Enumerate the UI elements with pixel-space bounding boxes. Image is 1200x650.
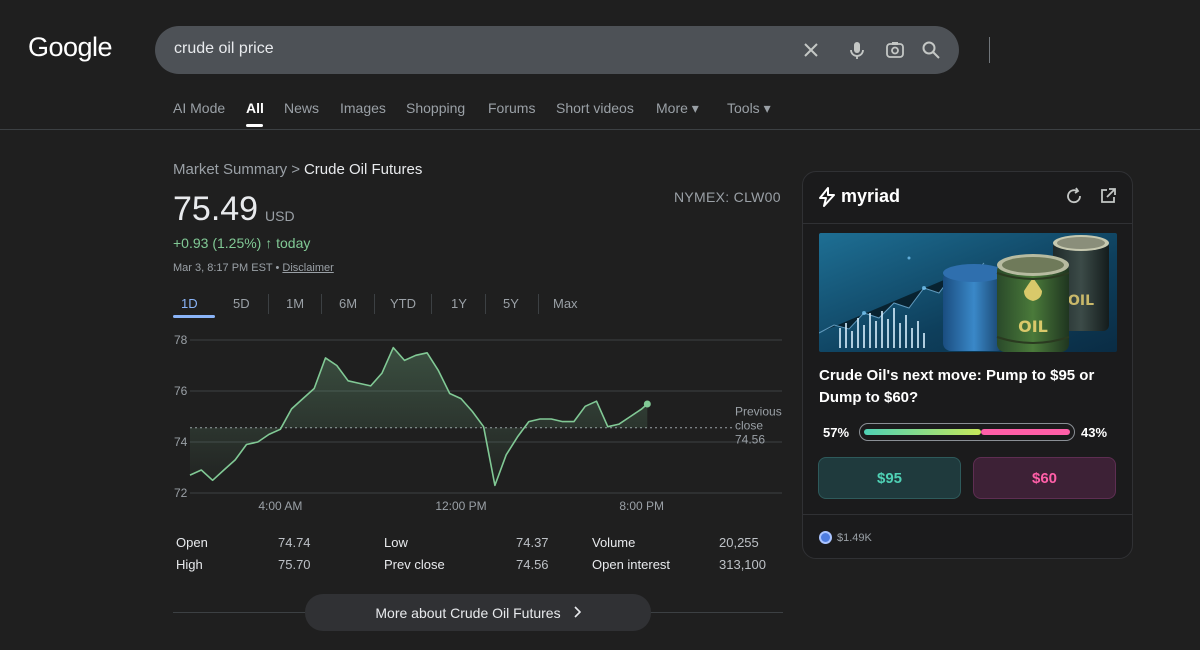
volume-value: $1.49K — [837, 531, 872, 544]
myriad-bolt-icon — [819, 186, 835, 207]
range-5y[interactable]: 5Y — [503, 296, 519, 311]
active-range-indicator — [173, 315, 215, 318]
tab-ai-mode[interactable]: AI Mode — [173, 100, 225, 116]
range-divider — [374, 294, 375, 314]
volume-coin-icon — [819, 531, 832, 544]
range-5d[interactable]: 5D — [233, 296, 250, 311]
barrel-text: OIL — [1018, 317, 1048, 336]
more-about-button[interactable]: More about Crude Oil Futures — [305, 594, 651, 631]
breadcrumb: Market Summary > Crude Oil Futures — [173, 161, 422, 178]
range-divider — [268, 294, 269, 314]
range-1d[interactable]: 1D — [181, 296, 198, 311]
tab-images[interactable]: Images — [340, 100, 386, 116]
previous-close-label: close — [735, 419, 763, 433]
price-change: +0.93 (1.25%) ↑ today — [173, 235, 311, 251]
market-volume: $1.49K — [819, 531, 872, 544]
odds-bar-no — [981, 429, 1070, 435]
card-divider — [803, 514, 1132, 515]
odds-bar — [859, 423, 1075, 441]
price-chart[interactable]: 78 76 74 72 4:00 AM 12:00 PM 8:00 PM Previouscl… — [170, 330, 790, 520]
stat-label-open: Open — [176, 535, 208, 550]
search-input[interactable]: crude oil price — [174, 40, 274, 58]
x-tick-label: 8:00 PM — [619, 499, 664, 513]
range-divider — [321, 294, 322, 314]
range-max[interactable]: Max — [553, 296, 578, 311]
barrel-text: OIL — [1068, 293, 1094, 309]
stat-label-volume: Volume — [592, 535, 636, 550]
x-tick-label: 12:00 PM — [435, 499, 486, 513]
active-tab-indicator — [246, 124, 263, 127]
breadcrumb-separator: > — [291, 161, 300, 178]
exchange-ticker: NYMEX: CLW00 — [674, 189, 781, 205]
refresh-icon[interactable] — [1065, 187, 1083, 205]
chevron-right-icon — [573, 605, 581, 621]
timestamp-text: Mar 3, 8:17 PM EST • — [173, 262, 283, 274]
y-tick-label: 76 — [174, 384, 188, 398]
card-divider — [803, 223, 1132, 224]
search-icon[interactable] — [919, 38, 943, 62]
more-about-label: More about Crude Oil Futures — [375, 604, 561, 621]
y-tick-label: 78 — [174, 333, 188, 347]
breadcrumb-root[interactable]: Market Summary — [173, 161, 287, 178]
stat-label-prev-close: Prev close — [384, 557, 445, 572]
disclaimer-link[interactable]: Disclaimer — [282, 262, 333, 274]
price-timestamp: Mar 3, 8:17 PM EST • Disclaimer — [173, 262, 334, 274]
stat-value-volume: 20,255 — [719, 535, 759, 550]
left-percentage: 57% — [823, 425, 850, 440]
external-link-icon[interactable] — [1099, 187, 1117, 205]
range-1y[interactable]: 1Y — [451, 296, 467, 311]
stat-label-high: High — [176, 557, 203, 572]
search-divider — [989, 37, 990, 63]
breadcrumb-current: Crude Oil Futures — [303, 161, 423, 178]
header-divider — [0, 129, 1200, 130]
search-bar[interactable]: crude oil price — [155, 26, 990, 74]
tab-news[interactable]: News — [284, 100, 319, 116]
myriad-card: myriad OIL OIL Crude Oil's next move: Pu… — [802, 171, 1133, 559]
range-ytd[interactable]: YTD — [390, 296, 416, 311]
previous-close-label: 74.56 — [735, 433, 765, 447]
google-logo[interactable]: Google — [28, 32, 113, 63]
option-60-button[interactable]: $60 — [973, 457, 1116, 499]
x-tick-label: 4:00 AM — [258, 499, 302, 513]
right-percentage: 43% — [1081, 425, 1108, 440]
market-question[interactable]: Crude Oil's next move: Pump to $95 or Du… — [819, 365, 1119, 409]
oil-barrels-image[interactable]: OIL OIL — [819, 233, 1117, 352]
currency-label: USD — [265, 208, 295, 224]
myriad-brand: myriad — [841, 186, 901, 206]
option-95-button[interactable]: $95 — [818, 457, 961, 499]
myriad-logo[interactable]: myriad — [818, 186, 900, 207]
stat-value-high: 75.70 — [278, 557, 311, 572]
range-1m[interactable]: 1M — [286, 296, 304, 311]
range-divider — [485, 294, 486, 314]
previous-close-label: Previous — [735, 405, 782, 419]
tab-all[interactable]: All — [246, 100, 264, 116]
tab-short-videos[interactable]: Short videos — [556, 100, 634, 116]
y-tick-label: 72 — [174, 486, 188, 500]
stat-value-low: 74.37 — [516, 535, 549, 550]
mic-icon[interactable] — [845, 38, 869, 62]
tab-more[interactable]: More ▾ — [656, 100, 699, 117]
range-6m[interactable]: 6M — [339, 296, 357, 311]
camera-lens-icon[interactable] — [883, 38, 907, 62]
stat-label-low: Low — [384, 535, 408, 550]
y-tick-label: 74 — [174, 435, 188, 449]
stat-value-prev-close: 74.56 — [516, 557, 549, 572]
close-icon[interactable] — [799, 38, 823, 62]
stat-label-open-interest: Open interest — [592, 557, 671, 572]
tab-tools[interactable]: Tools ▾ — [727, 100, 771, 117]
stat-value-open-interest: 313,100 — [719, 557, 766, 572]
range-divider — [538, 294, 539, 314]
tab-forums[interactable]: Forums — [488, 100, 535, 116]
price-area — [190, 347, 648, 486]
odds-bar-yes — [864, 429, 982, 435]
current-price-dot — [643, 400, 651, 408]
range-divider — [431, 294, 432, 314]
current-price: 75.49 — [173, 190, 259, 228]
tab-shopping[interactable]: Shopping — [406, 100, 465, 116]
stat-value-open: 74.74 — [278, 535, 311, 550]
